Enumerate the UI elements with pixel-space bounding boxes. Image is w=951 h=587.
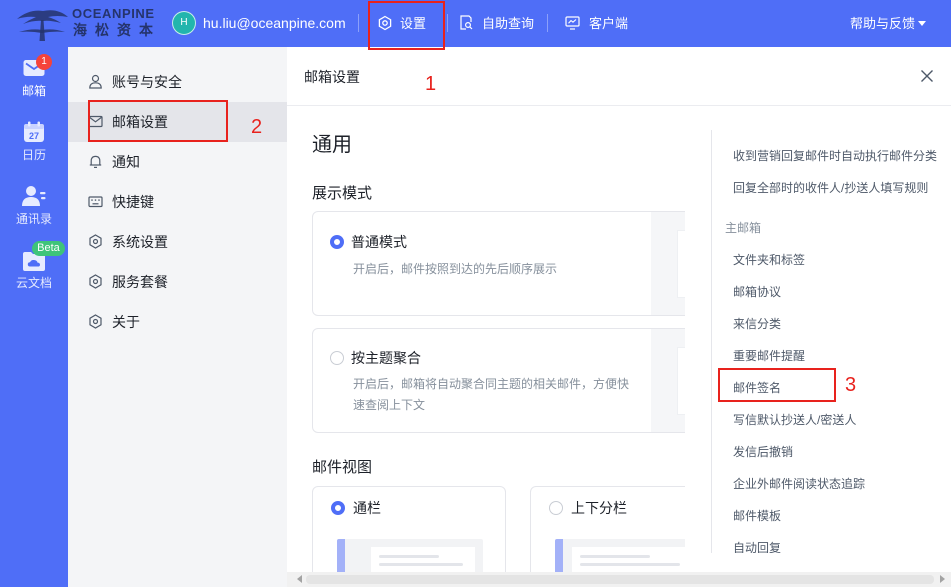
option-label: 上下分栏 [571, 500, 627, 516]
toc-item[interactable]: 收到营销回复邮件时自动执行邮件分类 [733, 148, 937, 164]
contacts-icon [22, 186, 46, 206]
bell-icon [89, 155, 102, 168]
scrollbar-thumb[interactable] [306, 575, 934, 584]
top-header: OCEANPINE 海松资本 H hu.liu@oceanpine.com 设置… [0, 0, 951, 47]
header-nav-client[interactable]: 客户端 [560, 0, 632, 47]
user-email: hu.liu@oceanpine.com [203, 15, 346, 31]
header-divider [447, 14, 448, 32]
toc-item[interactable]: 邮箱协议 [733, 284, 781, 300]
panel-title: 邮箱设置 [304, 69, 360, 85]
help-feedback-menu[interactable]: 帮助与反馈 [846, 0, 936, 47]
logo-brand-cn: 海松资本 [73, 22, 161, 38]
rail-item-mail[interactable]: 1 邮箱 [0, 52, 68, 112]
brand-logo[interactable]: OCEANPINE 海松资本 [10, 0, 160, 47]
close-button[interactable] [918, 67, 936, 85]
mail-view-option-full[interactable]: 通栏 [312, 486, 506, 572]
header-divider [547, 14, 548, 32]
hex-gear-icon [89, 274, 102, 289]
toc-item[interactable]: 来信分类 [733, 316, 781, 332]
hex-gear-icon [89, 234, 102, 249]
hex-gear-icon [89, 314, 102, 329]
display-mode-option-thread[interactable]: 按主题聚合 开启后，邮箱将自动聚合同主题的相关邮件，方便快速查阅上下文 [312, 328, 685, 433]
settings-nav-shortcuts[interactable]: 快捷键 [68, 182, 287, 222]
settings-nav-label: 关于 [112, 314, 140, 330]
settings-nav-account-security[interactable]: 账号与安全 [68, 62, 287, 102]
scroll-left-arrow-icon[interactable] [297, 575, 302, 583]
toc-item[interactable]: 写信默认抄送人/密送人 [733, 412, 856, 428]
settings-content[interactable]: 通用 展示模式 普通模式 开启后，邮件按照到达的先后顺序展示 按主题聚合 开启后… [287, 106, 685, 572]
settings-nav-notifications[interactable]: 通知 [68, 142, 287, 182]
radio-button[interactable] [330, 235, 344, 249]
rail-item-contacts[interactable]: 通讯录 [0, 180, 68, 240]
rail-item-contacts-label: 通讯录 [15, 212, 52, 226]
settings-nav-label: 系统设置 [112, 234, 168, 250]
option-label: 普通模式 [351, 234, 407, 250]
toc-item[interactable]: 自动回复 [733, 540, 781, 553]
settings-nav-label: 快捷键 [112, 194, 154, 210]
header-divider [358, 14, 359, 32]
option-preview [651, 212, 685, 315]
settings-nav-label: 通知 [112, 154, 140, 170]
annotation-number-1: 1 [425, 73, 437, 95]
option-description: 开启后，邮件按照到达的先后顺序展示 [353, 262, 558, 276]
user-account[interactable]: H hu.liu@oceanpine.com [170, 0, 350, 47]
rail-item-calendar[interactable]: 27 日历 [0, 116, 68, 176]
monitor-icon [565, 16, 580, 30]
scroll-right-arrow-icon[interactable] [940, 575, 945, 583]
header-nav-self-query-label: 自助查询 [482, 16, 535, 31]
unread-badge: 1 [36, 54, 52, 70]
settings-nav-label: 账号与安全 [112, 74, 182, 90]
option-preview [555, 539, 685, 572]
header-nav-self-query[interactable]: 自助查询 [454, 0, 540, 47]
annotation-number-2: 2 [251, 116, 263, 138]
toc-item[interactable]: 邮件模板 [733, 508, 781, 524]
display-mode-option-normal[interactable]: 普通模式 开启后，邮件按照到达的先后顺序展示 [312, 211, 685, 316]
toc-item[interactable]: 文件夹和标签 [733, 252, 805, 268]
radio-button[interactable] [549, 501, 563, 515]
keyboard-icon [88, 196, 103, 208]
settings-nav-system-settings[interactable]: 系统设置 [68, 222, 287, 262]
toc-item[interactable]: 重要邮件提醒 [733, 348, 805, 364]
doc-search-icon [460, 15, 473, 30]
user-icon [89, 74, 102, 89]
option-label: 通栏 [353, 500, 381, 516]
annotation-number-3: 3 [845, 374, 857, 396]
settings-nav-about[interactable]: 关于 [68, 302, 287, 342]
settings-nav-label: 服务套餐 [112, 274, 168, 290]
rail-item-mail-label: 邮箱 [21, 84, 46, 98]
toc-item[interactable]: 回复全部时的收件人/抄送人填写规则 [733, 180, 928, 196]
option-label: 按主题聚合 [351, 350, 421, 366]
annotation-box-3 [718, 368, 836, 402]
settings-nav-service-plan[interactable]: 服务套餐 [68, 262, 287, 302]
toc-item[interactable]: 发信后撤销 [733, 444, 793, 460]
horizontal-scrollbar[interactable] [287, 572, 951, 587]
option-description: 开启后，邮箱将自动聚合同主题的相关邮件，方便快速查阅上下文 [353, 377, 630, 412]
annotation-box-1 [368, 1, 445, 50]
rail-item-calendar-label: 日历 [21, 148, 46, 162]
logo-brand-en: OCEANPINE [72, 6, 155, 21]
settings-toc[interactable]: 收到营销回复邮件时自动执行邮件分类 回复全部时的收件人/抄送人填写规则 主邮箱 … [711, 130, 951, 553]
toc-item[interactable]: 企业外邮件阅读状态追踪 [733, 476, 865, 492]
radio-button[interactable] [330, 351, 344, 365]
section-title: 通用 [312, 134, 352, 156]
annotation-box-2 [88, 100, 228, 142]
avatar: H [172, 11, 196, 35]
mail-view-title: 邮件视图 [312, 459, 373, 476]
rail-item-cloud-docs[interactable]: Beta 云文档 [0, 241, 68, 301]
calendar-day: 27 [28, 131, 39, 141]
pine-tree-logo [17, 10, 68, 41]
close-icon [921, 70, 933, 82]
option-preview [337, 539, 483, 572]
header-nav-client-label: 客户端 [589, 16, 629, 31]
rail-item-cloud-docs-label: 云文档 [15, 276, 52, 290]
radio-button[interactable] [331, 501, 345, 515]
help-feedback-label: 帮助与反馈 [850, 16, 916, 31]
toc-section-header: 主邮箱 [725, 221, 762, 235]
beta-badge: Beta [32, 241, 65, 256]
mail-view-option-split[interactable]: 上下分栏 [530, 486, 685, 572]
caret-down-icon [918, 21, 926, 26]
option-preview [651, 329, 685, 432]
display-mode-title: 展示模式 [312, 185, 373, 202]
